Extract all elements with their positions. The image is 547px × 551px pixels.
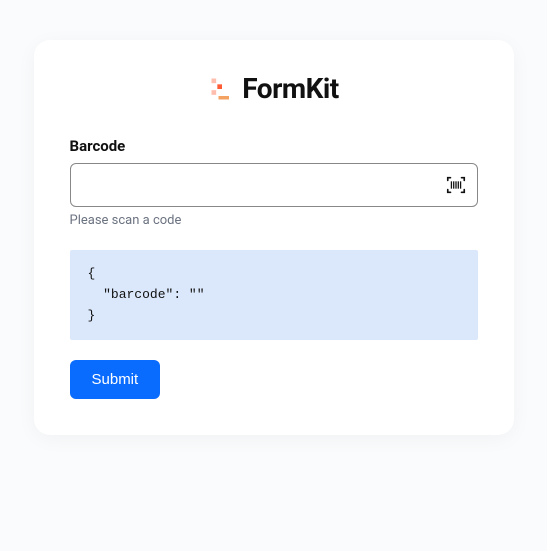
formkit-logo-icon [208,75,236,103]
submit-button[interactable]: Submit [70,360,161,399]
barcode-label: Barcode [70,137,478,155]
barcode-input-wrapper [70,163,478,207]
barcode-input[interactable] [70,163,478,207]
form-json-preview: { "barcode": "" } [70,250,478,340]
brand-logo: FormKit [70,72,478,105]
brand-name: FormKit [242,72,339,105]
barcode-scan-button[interactable] [444,173,468,197]
form-card: FormKit Barcode Please scan a code { "ba… [34,40,514,435]
barcode-help-text: Please scan a code [70,213,478,228]
barcode-scan-icon [445,174,467,196]
